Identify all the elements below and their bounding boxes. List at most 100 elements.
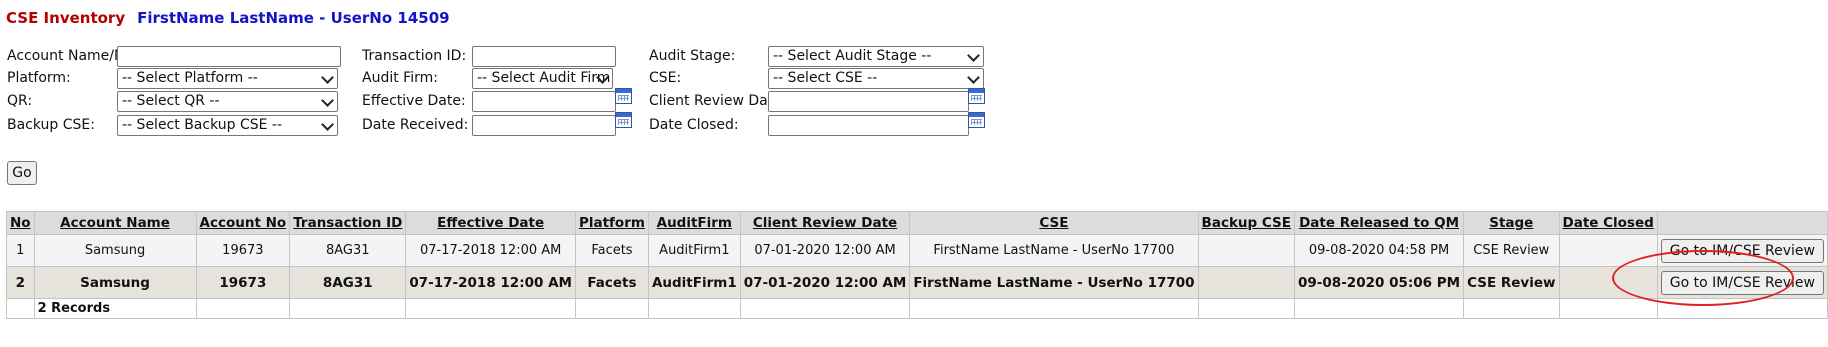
qr-select-value: -- Select QR -- — [122, 93, 220, 109]
table-row: 2 Samsung 19673 8AG31 07-17-2018 12:00 A… — [6, 266, 1828, 299]
calendar-icon[interactable] — [968, 112, 985, 128]
col-audit-firm[interactable]: AuditFirm — [647, 211, 741, 235]
effective-date-input[interactable] — [472, 91, 616, 112]
table-header-row: No Account Name Account No Transaction I… — [6, 211, 1828, 235]
footer-cell — [1656, 298, 1828, 319]
col-effective-date[interactable]: Effective Date — [405, 211, 576, 235]
footer-cell — [574, 298, 649, 319]
audit-firm-select[interactable]: -- Select Audit Firm -- — [472, 68, 613, 89]
col-date-closed[interactable]: Date Closed — [1558, 211, 1658, 235]
cell-transaction-id: 8AG31 — [289, 234, 407, 267]
footer-cell — [1197, 298, 1296, 319]
cse-select-value: -- Select CSE -- — [773, 70, 878, 86]
col-client-review-date[interactable]: Client Review Date — [739, 211, 911, 235]
backup-cse-select[interactable]: -- Select Backup CSE -- — [117, 115, 338, 136]
cell-date-released: 09-08-2020 05:06 PM — [1294, 266, 1465, 299]
app-title: CSE Inventory — [6, 9, 126, 27]
col-platform[interactable]: Platform — [574, 211, 649, 235]
cell-audit-firm: AuditFirm1 — [647, 266, 741, 299]
cell-stage: CSE Review — [1463, 266, 1560, 299]
chevron-down-icon — [321, 118, 334, 131]
audit-firm-select-value: -- Select Audit Firm -- — [477, 70, 613, 86]
cell-no: 1 — [6, 234, 35, 267]
cell-no: 2 — [6, 266, 35, 299]
footer-cell — [405, 298, 576, 319]
cell-audit-firm: AuditFirm1 — [647, 234, 741, 267]
footer-cell — [647, 298, 741, 319]
go-to-review-button[interactable]: Go to IM/CSE Review — [1660, 270, 1824, 295]
client-review-date-input[interactable] — [768, 91, 969, 112]
current-user: FirstName LastName - UserNo 14509 — [137, 9, 450, 27]
backup-cse-label: Backup CSE: — [7, 117, 95, 133]
cell-effective-date: 07-17-2018 12:00 AM — [405, 266, 576, 299]
cell-stage: CSE Review — [1463, 234, 1560, 267]
cell-action: Go to IM/CSE Review — [1656, 234, 1828, 267]
audit-firm-label: Audit Firm: — [362, 70, 438, 86]
footer-cell — [195, 298, 291, 319]
go-to-review-button[interactable]: Go to IM/CSE Review — [1660, 238, 1824, 263]
cell-date-closed — [1558, 266, 1658, 299]
cse-label: CSE: — [649, 70, 682, 86]
col-cse[interactable]: CSE — [909, 211, 1199, 235]
backup-cse-select-value: -- Select Backup CSE -- — [122, 117, 283, 133]
cell-transaction-id: 8AG31 — [289, 266, 407, 299]
transaction-input[interactable] — [472, 46, 616, 67]
go-button[interactable]: Go — [7, 161, 37, 185]
platform-select-value: -- Select Platform -- — [122, 70, 258, 86]
footer-cell — [289, 298, 407, 319]
platform-label: Platform: — [7, 70, 71, 86]
audit-stage-label: Audit Stage: — [649, 48, 736, 64]
col-account-no[interactable]: Account No — [195, 211, 291, 235]
cse-select[interactable]: -- Select CSE -- — [768, 68, 984, 89]
calendar-icon[interactable] — [968, 88, 985, 104]
qr-label: QR: — [7, 93, 33, 109]
footer-spacer — [6, 298, 35, 319]
record-count: 2 Records — [33, 298, 197, 319]
date-closed-input[interactable] — [768, 115, 969, 136]
cell-platform: Facets — [574, 234, 649, 267]
cell-cse: FirstName LastName - UserNo 17700 — [909, 266, 1199, 299]
table-row: 1 Samsung 19673 8AG31 07-17-2018 12:00 A… — [6, 234, 1828, 267]
col-account-name[interactable]: Account Name — [33, 211, 197, 235]
footer-cell — [1463, 298, 1560, 319]
cell-client-review-date: 07-01-2020 12:00 AM — [739, 234, 911, 267]
chevron-down-icon — [967, 71, 980, 84]
chevron-down-icon — [321, 71, 334, 84]
cell-platform: Facets — [574, 266, 649, 299]
page-header: CSE Inventory FirstName LastName - UserNo… — [6, 9, 450, 27]
col-no[interactable]: No — [6, 211, 35, 235]
cell-effective-date: 07-17-2018 12:00 AM — [405, 234, 576, 267]
cell-account-no: 19673 — [195, 266, 291, 299]
col-stage[interactable]: Stage — [1463, 211, 1560, 235]
audit-stage-select[interactable]: -- Select Audit Stage -- — [768, 46, 984, 67]
cell-date-released: 09-08-2020 04:58 PM — [1294, 234, 1465, 267]
effective-date-label: Effective Date: — [362, 93, 466, 109]
results-table: No Account Name Account No Transaction I… — [6, 211, 1828, 319]
cell-backup-cse — [1197, 234, 1296, 267]
col-action — [1656, 211, 1828, 235]
cell-cse: FirstName LastName - UserNo 17700 — [909, 234, 1199, 267]
account-input[interactable] — [117, 46, 341, 67]
cell-account-no: 19673 — [195, 234, 291, 267]
chevron-down-icon — [321, 94, 334, 107]
cell-account-name: Samsung — [33, 266, 197, 299]
cell-client-review-date: 07-01-2020 12:00 AM — [739, 266, 911, 299]
col-date-released[interactable]: Date Released to QM — [1294, 211, 1465, 235]
calendar-icon[interactable] — [615, 112, 632, 128]
client-review-label: Client Review Date: — [649, 93, 787, 109]
col-backup-cse[interactable]: Backup CSE — [1197, 211, 1296, 235]
table-footer-row: 2 Records — [6, 298, 1828, 319]
footer-cell — [739, 298, 911, 319]
calendar-icon[interactable] — [615, 88, 632, 104]
footer-cell — [1294, 298, 1465, 319]
date-closed-label: Date Closed: — [649, 117, 739, 133]
date-received-label: Date Received: — [362, 117, 469, 133]
col-transaction-id[interactable]: Transaction ID — [289, 211, 407, 235]
qr-select[interactable]: -- Select QR -- — [117, 91, 338, 112]
platform-select[interactable]: -- Select Platform -- — [117, 68, 338, 89]
chevron-down-icon — [967, 49, 980, 62]
date-received-input[interactable] — [472, 115, 616, 136]
transaction-label: Transaction ID: — [362, 48, 467, 64]
footer-cell — [909, 298, 1199, 319]
cell-backup-cse — [1197, 266, 1296, 299]
